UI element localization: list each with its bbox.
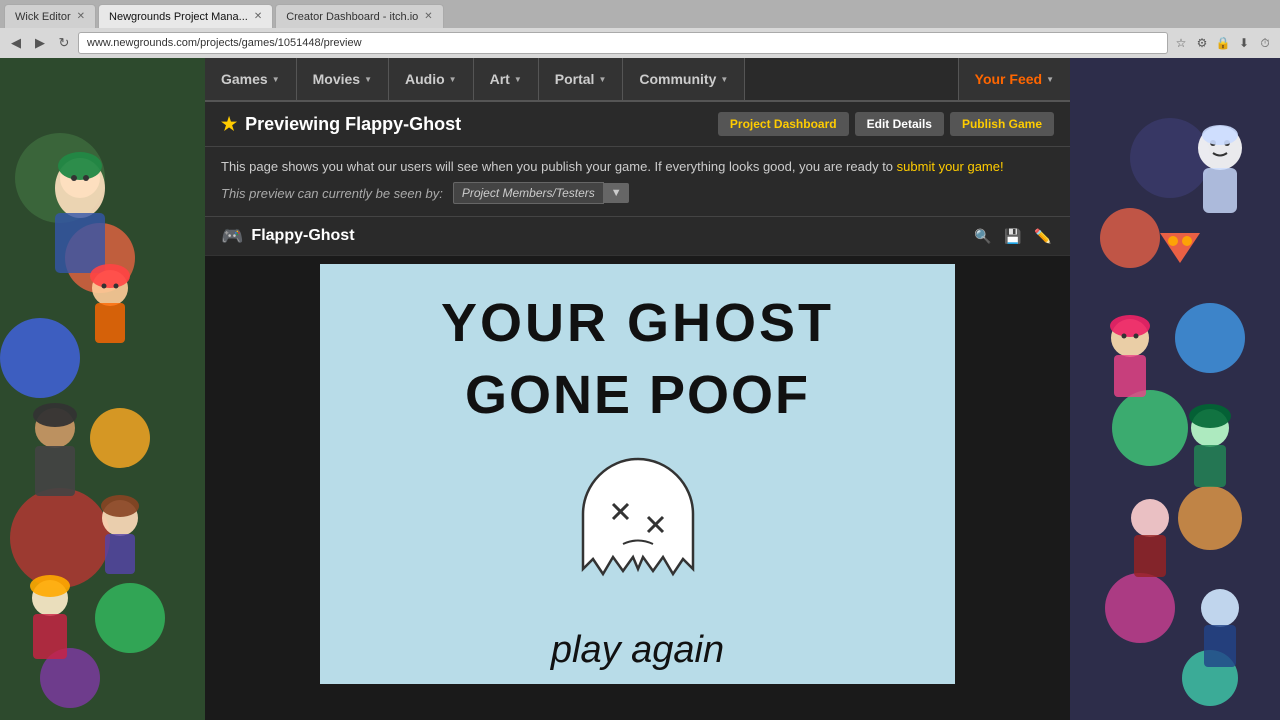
game-title-bar: 🎮 Flappy-Ghost 🔍 💾 ✏️ (205, 217, 1070, 256)
nav-audio-arrow: ▼ (449, 75, 457, 84)
bookmark-icon[interactable]: ☆ (1172, 34, 1190, 52)
nav-community[interactable]: Community ▼ (623, 58, 745, 100)
tab-close-ng[interactable]: ✕ (254, 11, 262, 22)
tab-label: Wick Editor (15, 11, 71, 23)
submit-game-link[interactable]: submit your game! (897, 159, 1004, 174)
tab-itch[interactable]: Creator Dashboard - itch.io ✕ (275, 4, 443, 28)
preview-info: This page shows you what our users will … (205, 147, 1070, 217)
browser-toolbar-icons: ☆ ⚙ 🔒 ⬇ ⏱ (1172, 34, 1274, 52)
nav-feed-arrow: ▼ (1046, 75, 1054, 84)
tab-close-itch[interactable]: ✕ (424, 11, 432, 22)
refresh-button[interactable]: ↻ (54, 33, 74, 53)
preview-title: ★ Previewing Flappy-Ghost (221, 114, 461, 135)
nav-games[interactable]: Games ▼ (205, 58, 297, 100)
preview-info-text: This page shows you what our users will … (221, 159, 893, 174)
extension-icon-2[interactable]: 🔒 (1214, 34, 1232, 52)
address-bar[interactable]: www.newgrounds.com/projects/games/105144… (78, 32, 1168, 54)
publish-game-button[interactable]: Publish Game (950, 112, 1054, 136)
game-icon: 🎮 (221, 226, 243, 247)
nav-community-arrow: ▼ (720, 75, 728, 84)
visibility-arrow-btn[interactable]: ▼ (604, 183, 629, 203)
game-canvas: YOUR GHOST GONE POOF (320, 264, 955, 684)
preview-header: ★ Previewing Flappy-Ghost Project Dashbo… (205, 102, 1070, 147)
edit-tool-icon[interactable]: ✏️ (1032, 225, 1054, 247)
edit-details-button[interactable]: Edit Details (855, 112, 944, 136)
nav-portal[interactable]: Portal ▼ (539, 58, 624, 100)
save-tool-icon[interactable]: 💾 (1002, 225, 1024, 247)
header-buttons: Project Dashboard Edit Details Publish G… (718, 112, 1054, 136)
side-panel-left (0, 58, 205, 720)
search-tool-icon[interactable]: 🔍 (972, 225, 994, 247)
game-text-line2: GONE POOF (465, 364, 810, 426)
back-button[interactable]: ◀ (6, 33, 26, 53)
extension-icon-3[interactable]: ⬇ (1235, 34, 1253, 52)
visibility-label: This preview can currently be seen by: (221, 186, 443, 201)
timer-icon: ⏱ (1256, 34, 1274, 52)
game-tools: 🔍 💾 ✏️ (972, 225, 1054, 247)
tab-newgrounds[interactable]: Newgrounds Project Mana... ✕ (98, 4, 273, 28)
side-panel-right (1070, 58, 1280, 720)
tab-label: Creator Dashboard - itch.io (286, 11, 418, 23)
url-text: www.newgrounds.com/projects/games/105144… (87, 37, 362, 49)
game-panel: 🎮 Flappy-Ghost 🔍 💾 ✏️ YOUR GHOST GONE PO… (205, 217, 1070, 692)
nav-art[interactable]: Art ▼ (474, 58, 539, 100)
tab-close-wick[interactable]: ✕ (77, 11, 85, 22)
game-canvas-container: YOUR GHOST GONE POOF (205, 256, 1070, 692)
nav-movies-arrow: ▼ (364, 75, 372, 84)
visibility-select[interactable]: Project Members/Testers ▼ (453, 182, 629, 204)
preview-title-text: Previewing Flappy-Ghost (245, 114, 461, 135)
browser-chrome: Wick Editor ✕ Newgrounds Project Mana...… (0, 0, 1280, 59)
nav-portal-arrow: ▼ (598, 75, 606, 84)
star-icon: ★ (221, 114, 237, 135)
tab-bar: Wick Editor ✕ Newgrounds Project Mana...… (0, 0, 1280, 28)
nav-games-arrow: ▼ (272, 75, 280, 84)
nav-spacer (745, 58, 957, 100)
preview-visibility: This preview can currently be seen by: P… (221, 182, 1054, 204)
project-dashboard-button[interactable]: Project Dashboard (718, 112, 849, 136)
address-bar-row: ◀ ▶ ↻ www.newgrounds.com/projects/games/… (0, 28, 1280, 58)
main-content: Games ▼ Movies ▼ Audio ▼ Art ▼ Portal ▼ … (205, 58, 1070, 720)
play-again-text: play again (551, 629, 724, 672)
visibility-dropdown[interactable]: Project Members/Testers (453, 182, 604, 204)
tab-wick-editor[interactable]: Wick Editor ✕ (4, 4, 96, 28)
nav-movies[interactable]: Movies ▼ (297, 58, 389, 100)
forward-button[interactable]: ▶ (30, 33, 50, 53)
ng-navbar: Games ▼ Movies ▼ Audio ▼ Art ▼ Portal ▼ … (205, 58, 1070, 102)
tab-label: Newgrounds Project Mana... (109, 11, 248, 23)
nav-art-arrow: ▼ (514, 75, 522, 84)
game-title: 🎮 Flappy-Ghost (221, 226, 355, 247)
nav-your-feed[interactable]: Your Feed ▼ (958, 58, 1070, 100)
game-title-text: Flappy-Ghost (251, 227, 354, 245)
extension-icon-1[interactable]: ⚙ (1193, 34, 1211, 52)
game-text-line1: YOUR GHOST (441, 292, 834, 354)
nav-audio[interactable]: Audio ▼ (389, 58, 474, 100)
ghost-svg (558, 449, 718, 604)
